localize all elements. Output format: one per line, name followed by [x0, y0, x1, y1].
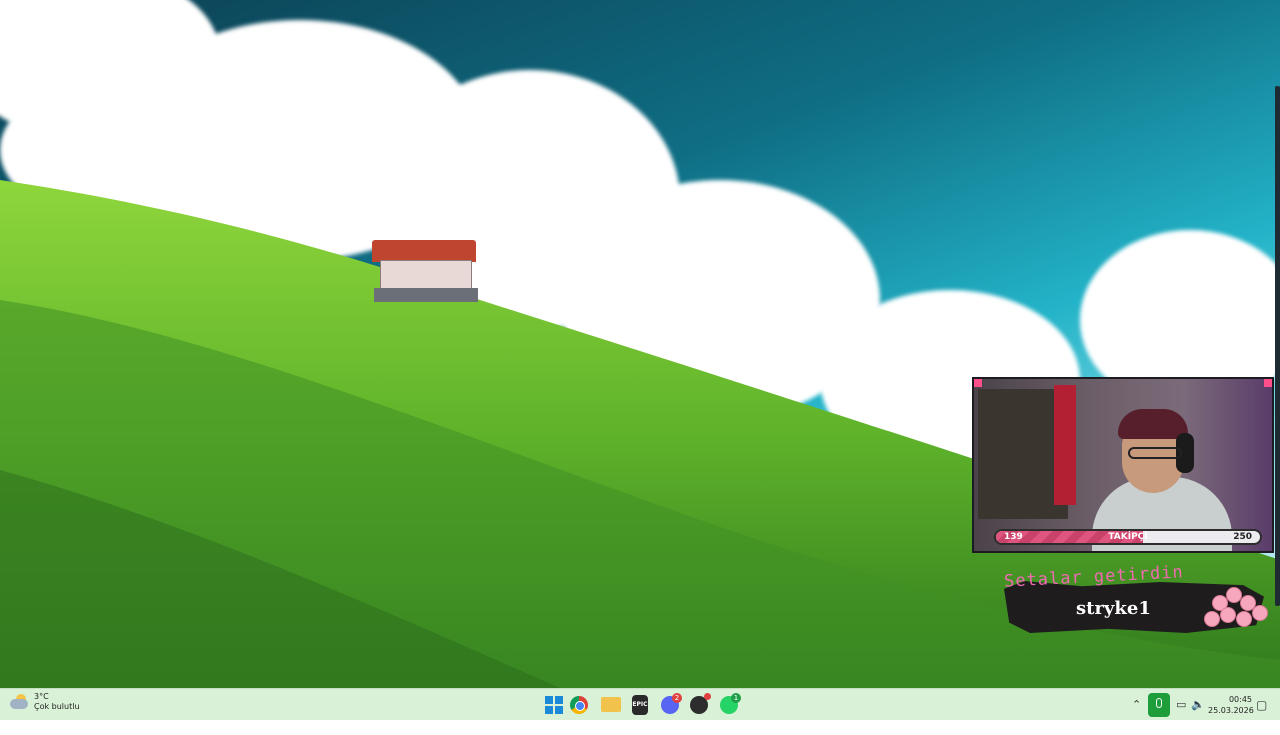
follower-goal-bar: 139 TAKİPÇİ 250: [994, 529, 1262, 545]
flower-icon: [1204, 611, 1220, 627]
clock-time: 00:45: [1228, 695, 1252, 704]
obs-icon[interactable]: [690, 693, 711, 714]
house-deck: [374, 288, 478, 302]
hillside-house: [370, 240, 480, 308]
network-icon[interactable]: ▭: [1176, 698, 1186, 711]
follower-goal-label: TAKİPÇİ: [1108, 532, 1148, 542]
follower-target: 250: [1233, 532, 1252, 542]
gift-username: stryke1: [1076, 598, 1151, 619]
flower-icon: [1236, 611, 1252, 627]
edge-scrollbar[interactable]: [1275, 86, 1280, 606]
taskbar: 3°C Çok bulutlu EPIC GAMES 2 1 ⌃ ▭ 🔈 00:…: [0, 688, 1280, 728]
volume-icon[interactable]: 🔈: [1191, 698, 1205, 711]
recording-dot: [704, 693, 711, 700]
chrome-icon[interactable]: [570, 696, 588, 714]
chevron-up-icon[interactable]: ⌃: [1132, 698, 1141, 711]
notification-icon[interactable]: ▢: [1256, 698, 1267, 712]
frame-corner: [1264, 379, 1272, 387]
whatsapp-icon[interactable]: 1: [720, 693, 741, 714]
house-roof: [372, 240, 476, 262]
microphone-icon[interactable]: [1148, 693, 1170, 717]
webcam-overlay: 139 TAKİPÇİ 250: [972, 377, 1274, 553]
epic-games-icon[interactable]: EPIC GAMES: [632, 695, 656, 728]
flower-icon: [1252, 605, 1268, 621]
weather-widget[interactable]: 3°C Çok bulutlu: [8, 692, 80, 712]
partly-cloudy-icon: [8, 694, 30, 710]
glasses: [1128, 447, 1182, 459]
whatsapp-badge: 1: [731, 693, 741, 703]
clock[interactable]: 00:45 25.03.2026: [1208, 694, 1254, 716]
desktop-wallpaper[interactable]: 139 TAKİPÇİ 250 Setalar getirdin stryke1: [0, 0, 1280, 688]
frame-corner: [974, 379, 982, 387]
gift-alert: Setalar getirdin stryke1: [1000, 562, 1274, 637]
flower-icon: [1220, 607, 1236, 623]
windows-icon[interactable]: [543, 694, 565, 716]
weather-condition: Çok bulutlu: [34, 702, 80, 711]
discord-badge: 2: [672, 693, 682, 703]
folder-icon[interactable]: [601, 697, 621, 712]
weather-temperature: 3°C: [34, 692, 49, 701]
webcam-red-bag: [1054, 385, 1076, 505]
weather-text: 3°C Çok bulutlu: [34, 692, 80, 712]
clock-date: 25.03.2026: [1208, 706, 1254, 715]
discord-icon[interactable]: 2: [661, 693, 682, 714]
